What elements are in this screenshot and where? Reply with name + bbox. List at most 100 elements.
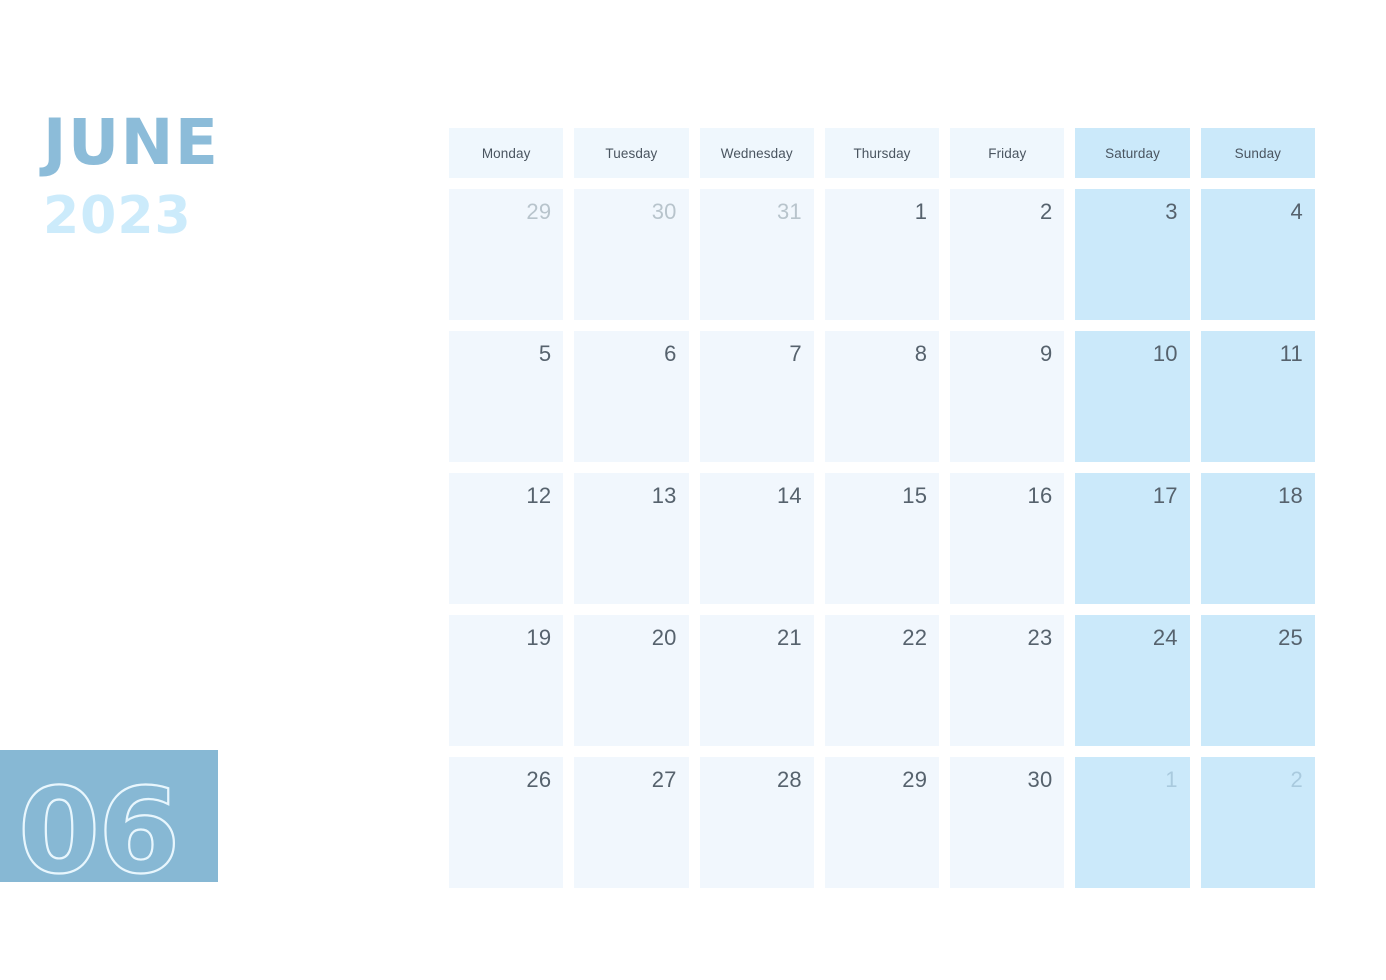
day-cell[interactable]: 15 — [824, 473, 940, 604]
day-number: 25 — [1278, 625, 1303, 650]
day-cell[interactable]: 30 — [574, 189, 689, 320]
day-cell[interactable]: 30 — [950, 757, 1065, 888]
day-cell[interactable]: 2 — [1200, 757, 1315, 888]
month-title-block: JUNE 2023 — [43, 106, 403, 246]
day-number: 18 — [1278, 483, 1303, 508]
day-number: 29 — [526, 199, 552, 224]
day-cell[interactable]: 28 — [699, 757, 814, 888]
day-number: 14 — [776, 483, 802, 508]
day-cell[interactable]: 27 — [574, 757, 689, 888]
month-name-heading: JUNE — [43, 106, 220, 179]
day-number: 23 — [1027, 625, 1053, 650]
weekday-header-label: Thursday — [853, 145, 911, 161]
day-cell[interactable]: 31 — [699, 189, 814, 320]
weekday-header-label: Wednesday — [720, 145, 793, 161]
month-number-badge: 06 — [0, 750, 218, 882]
day-cell[interactable]: 3 — [1075, 189, 1190, 320]
day-number: 19 — [526, 625, 552, 650]
day-number: 30 — [651, 199, 677, 224]
weekday-header-row: Monday Tuesday Wednesday Thursday Friday Satu… — [449, 128, 1315, 178]
calendar-week-row: 26 27 28 29 30 1 2 — [449, 757, 1315, 888]
day-number: 15 — [902, 483, 928, 508]
day-cell[interactable]: 21 — [699, 615, 814, 746]
calendar-weeks: 29 30 31 1 2 3 4 5 6 7 8 9 10 11 12 13 14 15 16 17 18 19 20 21 2… — [449, 189, 1315, 888]
day-cell[interactable]: 4 — [1200, 189, 1315, 320]
day-number: 26 — [526, 767, 552, 792]
day-cell[interactable]: 9 — [950, 331, 1065, 462]
day-cell[interactable]: 12 — [449, 473, 564, 604]
day-cell[interactable]: 16 — [950, 473, 1065, 604]
day-cell[interactable]: 6 — [574, 331, 689, 462]
weekday-header-label: Saturday — [1105, 145, 1160, 161]
day-cell[interactable]: 1 — [824, 189, 940, 320]
year-heading: 2023 — [43, 186, 192, 246]
day-cell[interactable]: 18 — [1200, 473, 1315, 604]
weekday-header-tuesday: Tuesday — [574, 128, 689, 178]
weekday-header-label: Sunday — [1234, 145, 1282, 161]
day-cell[interactable]: 29 — [824, 757, 940, 888]
day-number: 2 — [1039, 199, 1053, 224]
weekday-header-wednesday: Wednesday — [699, 128, 814, 178]
day-number: 16 — [1027, 483, 1053, 508]
day-cell[interactable]: 25 — [1200, 615, 1315, 746]
day-cell[interactable]: 19 — [449, 615, 564, 746]
calendar-week-row: 29 30 31 1 2 3 4 — [449, 189, 1315, 320]
day-number: 20 — [651, 625, 677, 650]
day-cell[interactable]: 22 — [824, 615, 940, 746]
weekday-header-label: Monday — [481, 145, 531, 161]
day-cell[interactable]: 17 — [1075, 473, 1190, 604]
day-number: 31 — [776, 199, 802, 224]
day-cell[interactable]: 2 — [950, 189, 1065, 320]
day-number: 4 — [1290, 199, 1303, 224]
weekday-header-sunday: Sunday — [1200, 128, 1315, 178]
weekday-header-saturday: Saturday — [1075, 128, 1190, 178]
day-number: 24 — [1152, 625, 1178, 650]
calendar-week-row: 12 13 14 15 16 17 18 — [449, 473, 1315, 604]
calendar-grid: Monday Tuesday Wednesday Thursday Friday Satu… — [449, 128, 1315, 888]
weekday-header-monday: Monday — [449, 128, 564, 178]
day-number: 28 — [776, 767, 802, 792]
day-cell[interactable]: 29 — [449, 189, 564, 320]
day-number: 9 — [1039, 341, 1053, 366]
calendar-week-row: 19 20 21 22 23 24 25 — [449, 615, 1315, 746]
day-number: 8 — [914, 341, 928, 366]
day-number: 29 — [902, 767, 928, 792]
day-cell[interactable]: 13 — [574, 473, 689, 604]
day-number: 6 — [664, 341, 677, 366]
calendar-week-row: 5 6 7 8 9 10 11 — [449, 331, 1315, 462]
day-number: 30 — [1027, 767, 1053, 792]
day-cell[interactable]: 14 — [699, 473, 814, 604]
weekday-header-friday: Friday — [950, 128, 1065, 178]
day-cell[interactable]: 10 — [1075, 331, 1190, 462]
day-number: 27 — [651, 767, 677, 792]
day-cell[interactable]: 1 — [1075, 757, 1190, 888]
day-number: 12 — [526, 483, 552, 508]
day-number: 22 — [902, 625, 928, 650]
day-number: 1 — [1165, 767, 1178, 792]
weekday-header-label: Tuesday — [605, 145, 658, 161]
day-number: 11 — [1279, 341, 1303, 366]
day-cell[interactable]: 24 — [1075, 615, 1190, 746]
day-cell[interactable]: 8 — [824, 331, 940, 462]
day-number: 5 — [538, 341, 552, 366]
day-number: 3 — [1165, 199, 1178, 224]
day-cell[interactable]: 26 — [449, 757, 564, 888]
day-number: 2 — [1290, 767, 1303, 792]
day-number: 21 — [776, 625, 802, 650]
month-number-outline-icon: 06 — [17, 761, 181, 882]
day-number: 10 — [1152, 341, 1178, 366]
weekday-header-thursday: Thursday — [824, 128, 940, 178]
day-number: 7 — [789, 341, 802, 366]
month-number-label: 06 — [18, 762, 178, 882]
day-cell[interactable]: 5 — [449, 331, 564, 462]
day-cell[interactable]: 11 — [1200, 331, 1315, 462]
day-cell[interactable]: 7 — [699, 331, 814, 462]
weekday-header-label: Friday — [988, 145, 1027, 161]
day-cell[interactable]: 20 — [574, 615, 689, 746]
day-number: 1 — [914, 199, 928, 224]
day-number: 13 — [651, 483, 677, 508]
calendar-page: JUNE 2023 06 Monday Tuesday Wednesday Thurs… — [0, 0, 1386, 980]
day-cell[interactable]: 23 — [950, 615, 1065, 746]
day-number: 17 — [1152, 483, 1178, 508]
title-panel: JUNE 2023 06 — [0, 0, 440, 980]
